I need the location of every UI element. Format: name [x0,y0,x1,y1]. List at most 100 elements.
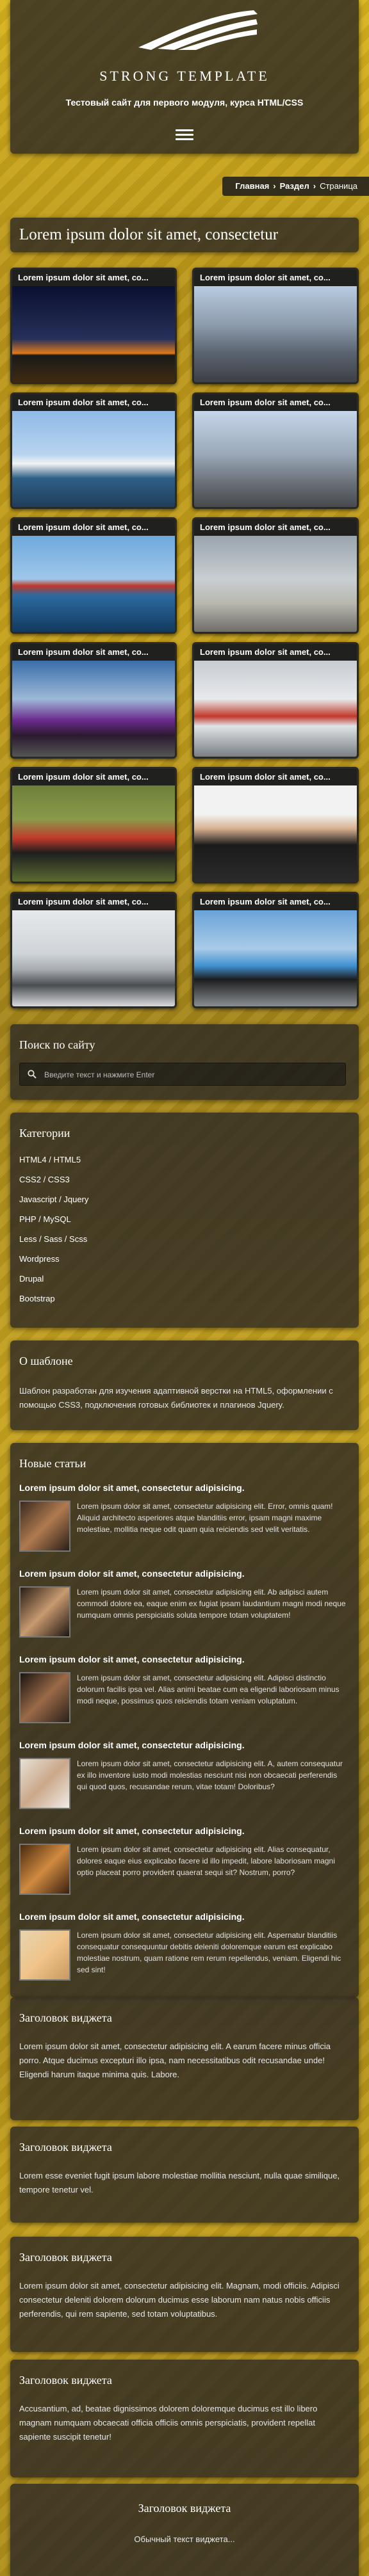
motorcycle-racer-image [12,785,175,881]
news-article-text: Lorem ipsum dolor sit amet, consectetur … [77,1759,343,1791]
news-article-title[interactable]: Lorem ipsum dolor sit amet, consectetur … [19,1483,245,1493]
site-subtitle: Тестовый сайт для первого модуля, курса … [65,97,304,108]
gallery-item-caption: Lorem ipsum dolor sit amet, co... [12,519,175,536]
gallery-item-caption: Lorem ipsum dolor sit amet, co... [194,894,357,910]
news-article-title[interactable]: Lorem ipsum dolor sit amet, consectetur … [19,1912,245,1922]
news-article-title[interactable]: Lorem ipsum dolor sit amet, consectetur … [19,1826,245,1836]
category-link[interactable]: Wordpress [19,1254,60,1264]
gallery-item-caption: Lorem ipsum dolor sit amet, co... [12,894,175,910]
breadcrumb-section-link[interactable]: Раздел [280,181,309,191]
gallery-item[interactable]: Lorem ipsum dolor sit amet, co... [192,268,359,384]
widget-text: Accusantium, ad, beatae dignissimos dolo… [19,2404,318,2442]
news-article-photo[interactable] [19,1844,70,1895]
gallery-item[interactable]: Lorem ipsum dolor sit amet, co... [10,268,177,384]
gallery-item-caption: Lorem ipsum dolor sit amet, co... [12,394,175,411]
breadcrumb-current: Страница [320,181,357,191]
news-article-title[interactable]: Lorem ipsum dolor sit amet, consectetur … [19,1568,245,1579]
gallery-item[interactable]: Lorem ipsum dolor sit amet, co... [192,517,359,634]
footer-widget-text: Обычный текст виджета... [134,2534,235,2544]
category-link[interactable]: HTML4 / HTML5 [19,1155,81,1164]
footer-widget: Заголовок виджета Обычный текст виджета.… [10,2484,359,2576]
category-link[interactable]: Javascript / Jquery [19,1195,88,1204]
page-title-panel: Lorem ipsum dolor sit amet, consectetur [10,218,359,252]
sydney-opera-house-image [12,411,175,507]
categories-widget: Категории HTML4 / HTML5 CSS2 / CSS3 Javasc… [10,1113,359,1328]
breadcrumb-home-link[interactable]: Главная [235,181,269,191]
news-article-title[interactable]: Lorem ipsum dolor sit amet, consectetur … [19,1740,245,1750]
category-link[interactable]: CSS2 / CSS3 [19,1175,70,1184]
hamburger-icon [176,129,193,131]
gallery-item[interactable]: Lorem ipsum dolor sit amet, co... [192,642,359,759]
purple-sports-car-image [12,661,175,757]
text-widget-1: Заголовок виджета Lorem ipsum dolor sit … [10,1997,359,2120]
gallery-item[interactable]: Lorem ipsum dolor sit amet, co... [192,392,359,509]
search-widget-title: Поиск по сайту [19,1038,95,1051]
category-link[interactable]: Bootstrap [19,1294,55,1303]
widget-title: Заголовок виджета [19,2011,112,2024]
news-article-photo[interactable] [19,1586,70,1638]
footer-widget-title: Заголовок виджета [138,2502,231,2515]
city-skyscrapers-image [194,286,357,382]
about-widget: О шаблоне Шаблон разработан для изучения… [10,1340,359,1430]
about-widget-title: О шаблоне [19,1355,73,1367]
logo-icon[interactable] [132,8,260,51]
page-title: Lorem ipsum dolor sit amet, consectetur [19,226,279,243]
categories-widget-title: Категории [19,1127,70,1139]
news-article-text: Lorem ipsum dolor sit amet, consectetur … [77,1673,340,1705]
gallery-item-caption: Lorem ipsum dolor sit amet, co... [194,394,357,411]
text-widget-3: Заголовок виджета Lorem ipsum dolor sit … [10,2237,359,2352]
blue-mini-cooper-image [194,910,357,1006]
search-icon [28,1070,37,1079]
news-article-photo[interactable] [19,1501,70,1552]
gallery-item-caption: Lorem ipsum dolor sit amet, co... [194,270,357,286]
news-article-text: Lorem ipsum dolor sit amet, consectetur … [77,1502,333,1534]
gallery-item-caption: Lorem ipsum dolor sit amet, co... [194,519,357,536]
gallery-item[interactable]: Lorem ipsum dolor sit amet, co... [192,767,359,883]
man-with-tablet-image [194,785,357,881]
gallery-item-caption: Lorem ipsum dolor sit amet, co... [194,644,357,661]
gallery-item[interactable]: Lorem ipsum dolor sit amet, co... [192,892,359,1008]
news-article-text: Lorem ipsum dolor sit amet, consectetur … [77,1845,335,1877]
news-widget-title: Новые статьи [19,1457,86,1470]
gallery-item[interactable]: Lorem ipsum dolor sit amet, co... [10,517,177,634]
high-speed-train-image [194,661,357,757]
about-text: Шаблон разработан для изучения адаптивно… [19,1386,333,1410]
widget-title: Заголовок виджета [19,2374,112,2387]
category-link[interactable]: PHP / MySQL [19,1214,71,1224]
news-article-text: Lorem ipsum dolor sit amet, consectetur … [77,1931,341,1974]
gallery-item-caption: Lorem ipsum dolor sit amet, co... [12,644,175,661]
news-article-photo[interactable] [19,1758,70,1809]
widget-text: Lorem ipsum dolor sit amet, consectetur … [19,2041,331,2079]
text-widget-4: Заголовок виджета Accusantium, ad, beata… [10,2360,359,2477]
news-widget: Новые статьи Lorem ipsum dolor sit amet,… [10,1443,359,1997]
gallery-item[interactable]: Lorem ipsum dolor sit amet, co... [10,392,177,509]
widget-text: Lorem esse eveniet fugit ipsum labore mo… [19,2171,340,2194]
golden-gate-bridge-image [12,536,175,632]
news-article-photo[interactable] [19,1672,70,1723]
gallery-item-caption: Lorem ipsum dolor sit amet, co... [12,769,175,785]
menu-toggle-button[interactable] [172,127,197,143]
search-box [19,1063,346,1086]
gallery-item[interactable]: Lorem ipsum dolor sit amet, co... [10,892,177,1008]
site-title: STRONG TEMPLATE [99,68,270,84]
city-towers-image [194,411,357,507]
widget-title: Заголовок виджета [19,2141,112,2153]
site-header: STRONG TEMPLATE Тестовый сайт для первог… [10,0,359,154]
news-article-title[interactable]: Lorem ipsum dolor sit amet, consectetur … [19,1654,245,1664]
search-input[interactable] [43,1063,340,1086]
category-link[interactable]: Drupal [19,1274,44,1284]
gallery-item[interactable]: Lorem ipsum dolor sit amet, co... [10,767,177,883]
category-link[interactable]: Less / Sass / Scss [19,1234,87,1244]
news-article-photo[interactable] [19,1929,70,1981]
gallery-item-caption: Lorem ipsum dolor sit amet, co... [194,769,357,785]
silver-sports-car-image [12,910,175,1006]
gallery-item[interactable]: Lorem ipsum dolor sit amet, co... [10,642,177,759]
airplane-image [194,536,357,632]
gallery-item-caption: Lorem ipsum dolor sit amet, co... [12,270,175,286]
search-widget: Поиск по сайту [10,1024,359,1100]
breadcrumb: Главная › Раздел › Страница [222,177,369,196]
text-widget-2: Заголовок виджета Lorem esse eveniet fug… [10,2127,359,2223]
news-article-text: Lorem ipsum dolor sit amet, consectetur … [77,1588,346,1620]
city-night-skyline-image [12,286,175,382]
widget-title: Заголовок виджета [19,2251,112,2264]
